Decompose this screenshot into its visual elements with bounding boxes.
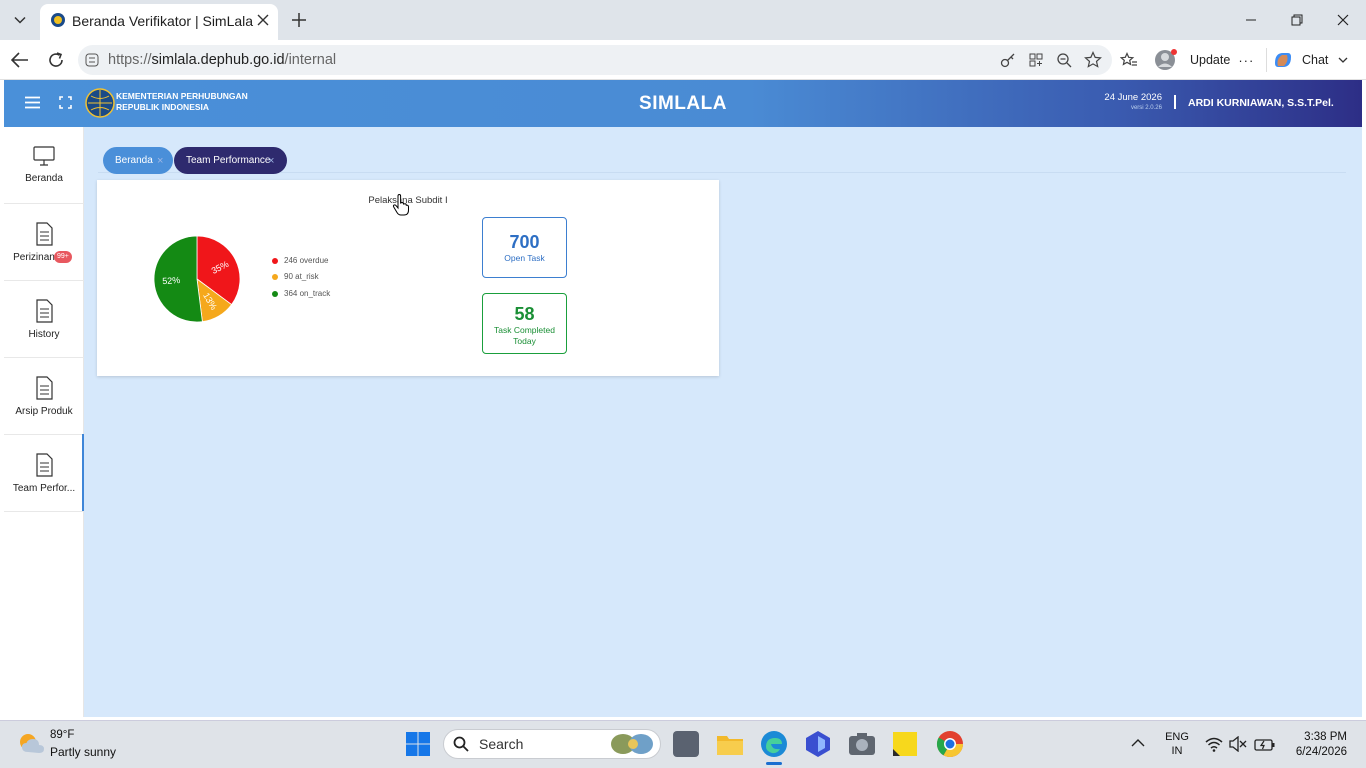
browser-tab-title: Beranda Verifikator | SimLala — [72, 13, 254, 29]
search-highlight-icon — [611, 734, 653, 754]
sidebar-item-label: Beranda — [25, 173, 63, 184]
restore-button[interactable] — [1274, 0, 1320, 40]
header-divider — [1174, 95, 1176, 109]
legend-label: 364 on_track — [284, 289, 331, 298]
open-task-label: Open Task — [504, 253, 545, 263]
open-task-count: 700 — [509, 232, 540, 252]
volume-muted-icon[interactable] — [1229, 736, 1247, 752]
site-favicon-icon — [51, 13, 65, 27]
input-language[interactable]: ENG IN — [1163, 730, 1191, 758]
sidebar-item-team-performance[interactable]: Team Perfor... — [4, 435, 84, 512]
hamburger-menu-icon[interactable] — [25, 96, 40, 109]
sidebar-item-label: Perizinan — [13, 252, 55, 263]
back-icon[interactable] — [11, 52, 29, 68]
tab-team-performance[interactable]: Team Performance × — [174, 147, 287, 174]
minimize-icon — [1246, 19, 1256, 21]
app-title: SIMLALA — [639, 93, 727, 114]
notification-badge: 99+ — [54, 251, 72, 263]
document-icon — [36, 376, 53, 400]
favorite-star-icon[interactable] — [1084, 51, 1102, 69]
completed-task-label: Task Completed Today — [494, 325, 555, 346]
apps-icon[interactable] — [1028, 52, 1044, 68]
battery-charging-icon[interactable] — [1254, 736, 1276, 752]
chevron-down-icon — [1338, 57, 1348, 63]
user-name[interactable]: ARDI KURNIAWAN, S.S.T.Pel. — [1188, 97, 1334, 109]
legend-swatch — [272, 273, 278, 280]
weather-description[interactable]: Partly sunny — [50, 745, 116, 759]
restore-icon — [1291, 14, 1303, 26]
chevron-down-icon — [14, 16, 26, 24]
update-button[interactable]: Update ··· — [1190, 48, 1254, 72]
weather-sunny-icon[interactable] — [16, 730, 46, 758]
sidebar-item-label: Arsip Produk — [15, 406, 73, 417]
close-window-button[interactable] — [1320, 0, 1366, 40]
copilot-icon — [1275, 53, 1291, 67]
ministry-name: KEMENTERIAN PERHUBUNGAN REPUBLIK INDONES… — [116, 91, 248, 112]
legend-swatch — [272, 290, 278, 297]
app-hexagon-icon[interactable] — [804, 730, 832, 758]
document-icon — [36, 222, 53, 246]
profile-avatar-icon[interactable] — [1154, 48, 1178, 72]
open-task-stat[interactable]: 700 Open Task — [482, 217, 567, 278]
close-tab-icon[interactable]: × — [268, 155, 274, 167]
password-key-icon[interactable] — [1000, 52, 1016, 68]
header-date: 24 June 2026 — [1104, 92, 1162, 103]
tab-label: Team Performance — [186, 155, 271, 166]
copilot-chat-button[interactable]: Chat — [1272, 48, 1348, 72]
legend-label: 246 overdue — [284, 256, 329, 265]
document-icon — [36, 299, 53, 323]
legend-item-on-track: 364 on_track — [272, 289, 330, 298]
completed-task-count: 58 — [514, 304, 535, 324]
sticky-notes-icon[interactable] — [892, 731, 918, 757]
sidebar-item-arsip-produk[interactable]: Arsip Produk — [4, 358, 84, 435]
minimize-button[interactable] — [1228, 0, 1274, 40]
legend-swatch — [272, 257, 278, 264]
chevron-up-icon[interactable] — [1131, 738, 1145, 748]
tab-label: Beranda — [115, 155, 153, 166]
pie-slice-label: 52% — [162, 275, 181, 286]
ministry-logo — [85, 88, 115, 118]
app-version: versi 2.0.26 — [1130, 105, 1162, 111]
close-tab-icon[interactable] — [257, 14, 269, 26]
more-menu-icon: ··· — [1238, 52, 1255, 68]
new-tab-icon[interactable] — [291, 12, 307, 28]
task-status-pie-chart: 35%13%52% — [153, 235, 241, 323]
sidebar-item-beranda[interactable]: Beranda — [4, 127, 84, 204]
sidebar-item-label: History — [28, 329, 60, 340]
sidebar-item-perizinan[interactable]: Perizinan — [4, 204, 84, 281]
monitor-icon — [33, 146, 55, 166]
completed-task-stat[interactable]: 58 Task Completed Today — [482, 293, 567, 354]
file-explorer-icon[interactable] — [716, 731, 744, 757]
taskbar-search-placeholder: Search — [479, 736, 524, 752]
document-icon — [36, 453, 53, 477]
close-tab-icon[interactable]: × — [157, 155, 163, 167]
tab-bar-divider — [98, 172, 1346, 173]
close-icon — [1337, 14, 1349, 26]
legend-item-overdue: 246 overdue — [272, 256, 328, 265]
site-info-icon[interactable] — [85, 53, 99, 67]
sidebar-item-label: Team Perfor... — [12, 483, 76, 494]
clock[interactable]: 3:38 PM 6/24/2026 — [1275, 730, 1347, 760]
windows-start-icon[interactable] — [405, 731, 431, 757]
search-icon — [453, 736, 469, 752]
favorites-icon[interactable] — [1120, 51, 1138, 69]
hand-cursor-icon — [392, 194, 409, 216]
weather-temperature[interactable]: 89°F — [50, 729, 74, 741]
toolbar-divider — [1266, 48, 1267, 72]
tab-beranda[interactable]: Beranda × — [103, 147, 173, 174]
zoom-out-icon[interactable] — [1056, 52, 1072, 68]
legend-label: 90 at_risk — [284, 272, 319, 281]
fullscreen-icon[interactable] — [59, 96, 72, 109]
wifi-icon[interactable] — [1205, 736, 1223, 752]
camera-app-icon[interactable] — [848, 731, 876, 757]
chrome-browser-icon[interactable] — [936, 730, 964, 758]
legend-item-at-risk: 90 at_risk — [272, 272, 319, 281]
sidebar-item-history[interactable]: History — [4, 281, 84, 358]
url-text: https://simlala.dephub.go.id/internal — [108, 52, 337, 68]
task-view-icon[interactable] — [673, 731, 699, 757]
active-app-indicator — [766, 762, 782, 765]
edge-browser-icon[interactable] — [760, 730, 788, 758]
reload-icon[interactable] — [48, 52, 64, 68]
tab-list-button[interactable] — [8, 8, 32, 32]
